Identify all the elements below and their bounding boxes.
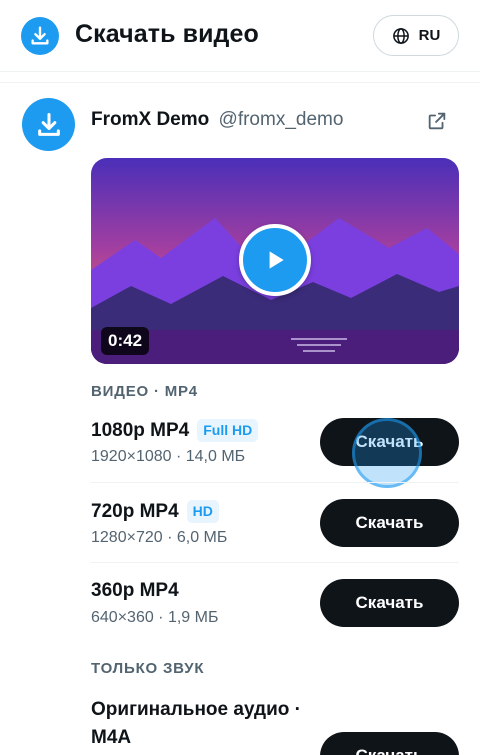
format-meta: 1280×720 · 6,0 МБ bbox=[91, 529, 228, 546]
section-label-video: ВИДЕО · MP4 bbox=[91, 383, 198, 400]
section-label-audio: ТОЛЬКО ЗВУК bbox=[91, 660, 205, 677]
author-name[interactable]: FromX Demo bbox=[91, 109, 209, 130]
format-row-1080p: 1080p MP4 Full HD 1920×1080 · 14,0 МБ Ск… bbox=[91, 402, 459, 488]
language-button[interactable]: RU bbox=[373, 15, 459, 56]
format-meta: 1920×1080 · 14,0 МБ bbox=[91, 448, 246, 465]
format-title: 360p MP4 bbox=[91, 580, 179, 602]
external-link-icon[interactable] bbox=[426, 110, 448, 132]
format-name: 360p MP4 bbox=[91, 580, 179, 601]
video-preview[interactable]: 0:42 bbox=[91, 158, 459, 364]
page-title: Скачать видео bbox=[75, 20, 259, 48]
audio-format-title: Оригинальное аудио · M4A bbox=[91, 699, 301, 748]
download-button-label: Скачать bbox=[355, 593, 424, 612]
author-line: FromX Demo @fromx_demo bbox=[91, 109, 343, 131]
download-icon bbox=[37, 112, 60, 136]
author-handle[interactable]: @fromx_demo bbox=[219, 109, 344, 130]
format-title: 1080p MP4 Full HD bbox=[91, 419, 259, 442]
format-name: 1080p MP4 bbox=[91, 419, 190, 441]
download-button-label: Скачать bbox=[355, 513, 424, 532]
video-duration: 0:42 bbox=[101, 327, 150, 355]
avatar[interactable] bbox=[22, 98, 75, 151]
format-row-audio: Оригинальное аудио · M4A Скачать bbox=[91, 690, 459, 755]
download-button-label: Скачать bbox=[356, 746, 424, 755]
language-label: RU bbox=[418, 27, 441, 44]
header-divider bbox=[0, 82, 480, 83]
download-button-1080p[interactable]: Скачать bbox=[320, 418, 459, 488]
format-row-360p: 360p MP4 640×360 · 1,9 МБ Скачать bbox=[91, 562, 459, 642]
download-button-label: Скачать bbox=[355, 432, 424, 451]
download-button-audio[interactable]: Скачать bbox=[320, 732, 459, 755]
download-icon bbox=[21, 17, 59, 55]
format-title: 720p MP4 HD bbox=[91, 500, 219, 523]
quality-badge: HD bbox=[186, 500, 219, 523]
quality-badge: Full HD bbox=[197, 419, 259, 442]
download-button-360p[interactable]: Скачать bbox=[320, 579, 459, 627]
format-row-720p: 720p MP4 HD 1280×720 · 6,0 МБ Скачать bbox=[91, 482, 459, 562]
format-meta: 640×360 · 1,9 МБ bbox=[91, 609, 219, 626]
play-button[interactable] bbox=[239, 224, 311, 296]
format-name: 720p MP4 bbox=[91, 500, 179, 522]
click-ripple bbox=[352, 418, 422, 488]
play-icon bbox=[269, 251, 284, 269]
download-button-720p[interactable]: Скачать bbox=[320, 499, 459, 547]
globe-icon bbox=[392, 27, 409, 44]
app-header: Скачать видео RU bbox=[0, 0, 480, 72]
